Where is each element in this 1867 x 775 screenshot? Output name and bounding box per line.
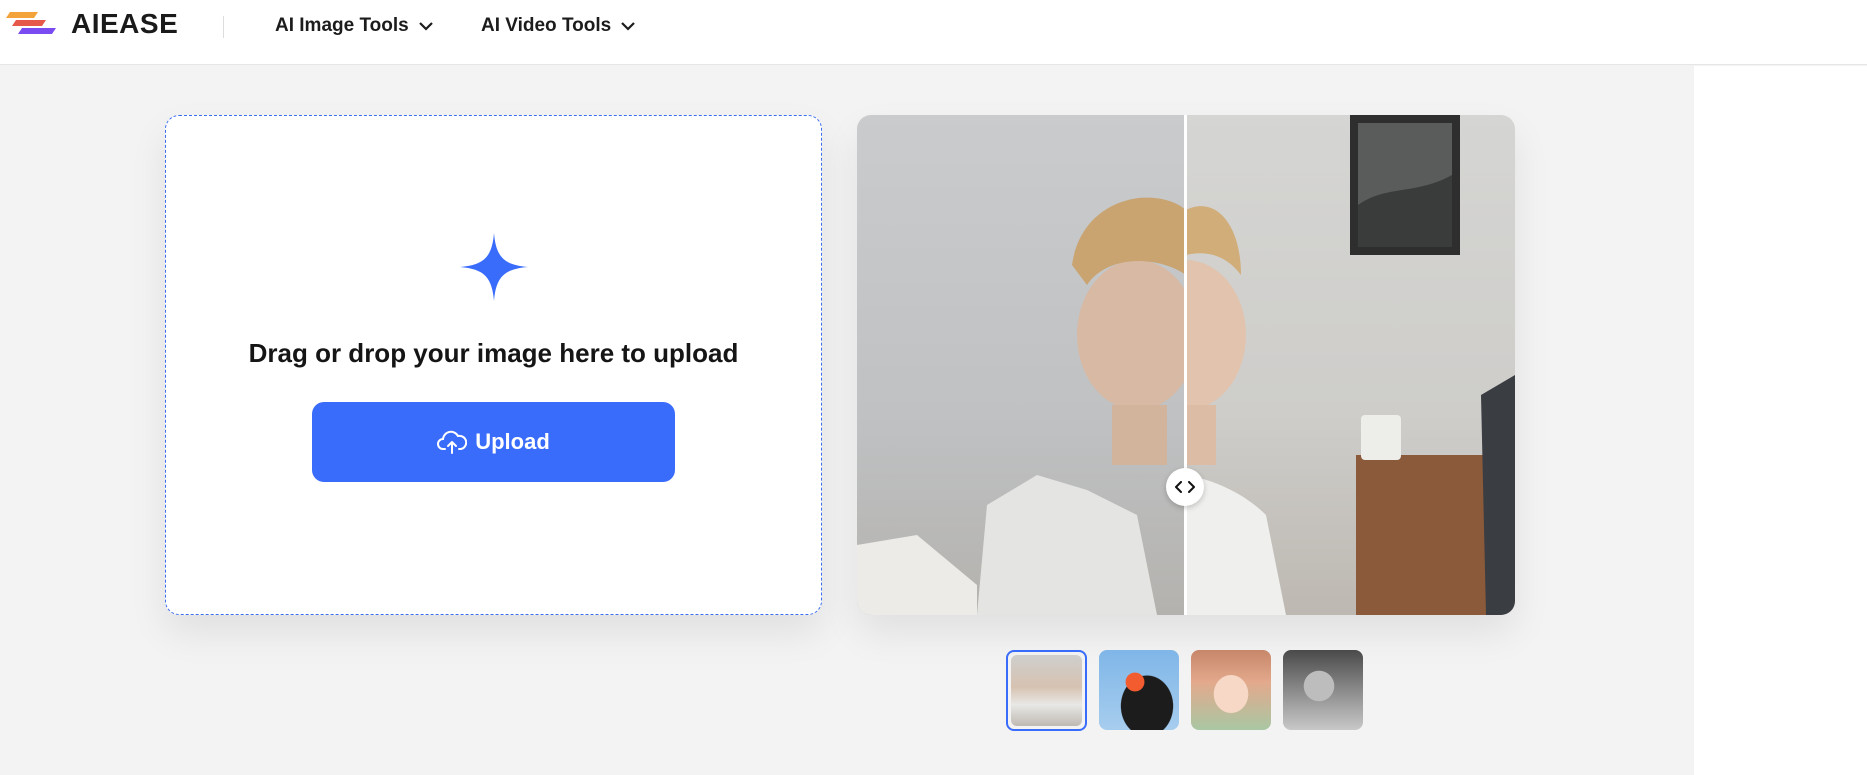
sparkle-icon [460,233,528,301]
sample-thumb-1[interactable] [1006,650,1087,731]
chevron-down-icon [418,21,433,31]
upload-prompt: Drag or drop your image here to upload [248,338,739,368]
sample-thumb-3[interactable] [1191,650,1271,730]
aiease-logo-icon [6,12,56,34]
bw-woman-thumbnail [1283,650,1363,730]
before-image [857,115,1197,615]
sample-thumbnails [1006,650,1375,731]
header-divider [223,16,224,38]
before-after-preview[interactable] [857,115,1515,615]
nav-label: AI Image Tools [275,15,409,36]
portrait-man-thumbnail [1011,655,1082,726]
anime-girl-thumbnail [1191,650,1271,730]
arrows-left-right-icon [1175,481,1195,493]
nav-ai-video-tools[interactable]: AI Video Tools [481,15,635,37]
upload-button-label: Upload [475,429,550,454]
compare-slider-handle[interactable] [1166,468,1204,506]
chevron-down-icon [621,21,635,31]
nav-label: AI Video Tools [481,15,612,36]
after-image [1126,115,1515,615]
compare-divider[interactable] [1184,115,1187,615]
brand-name: AIEASE [71,8,179,39]
puffin-thumbnail [1099,650,1179,730]
right-panel [1694,66,1867,775]
top-header: AIEASE AI Image Tools AI Video Tools [0,0,1867,65]
upload-button[interactable]: Upload [312,402,675,482]
logo[interactable]: AIEASE [6,8,178,40]
cloud-upload-icon [437,430,468,454]
sample-thumb-2[interactable] [1099,650,1179,730]
sample-thumb-4[interactable] [1283,650,1363,730]
nav-ai-image-tools[interactable]: AI Image Tools [275,15,433,37]
